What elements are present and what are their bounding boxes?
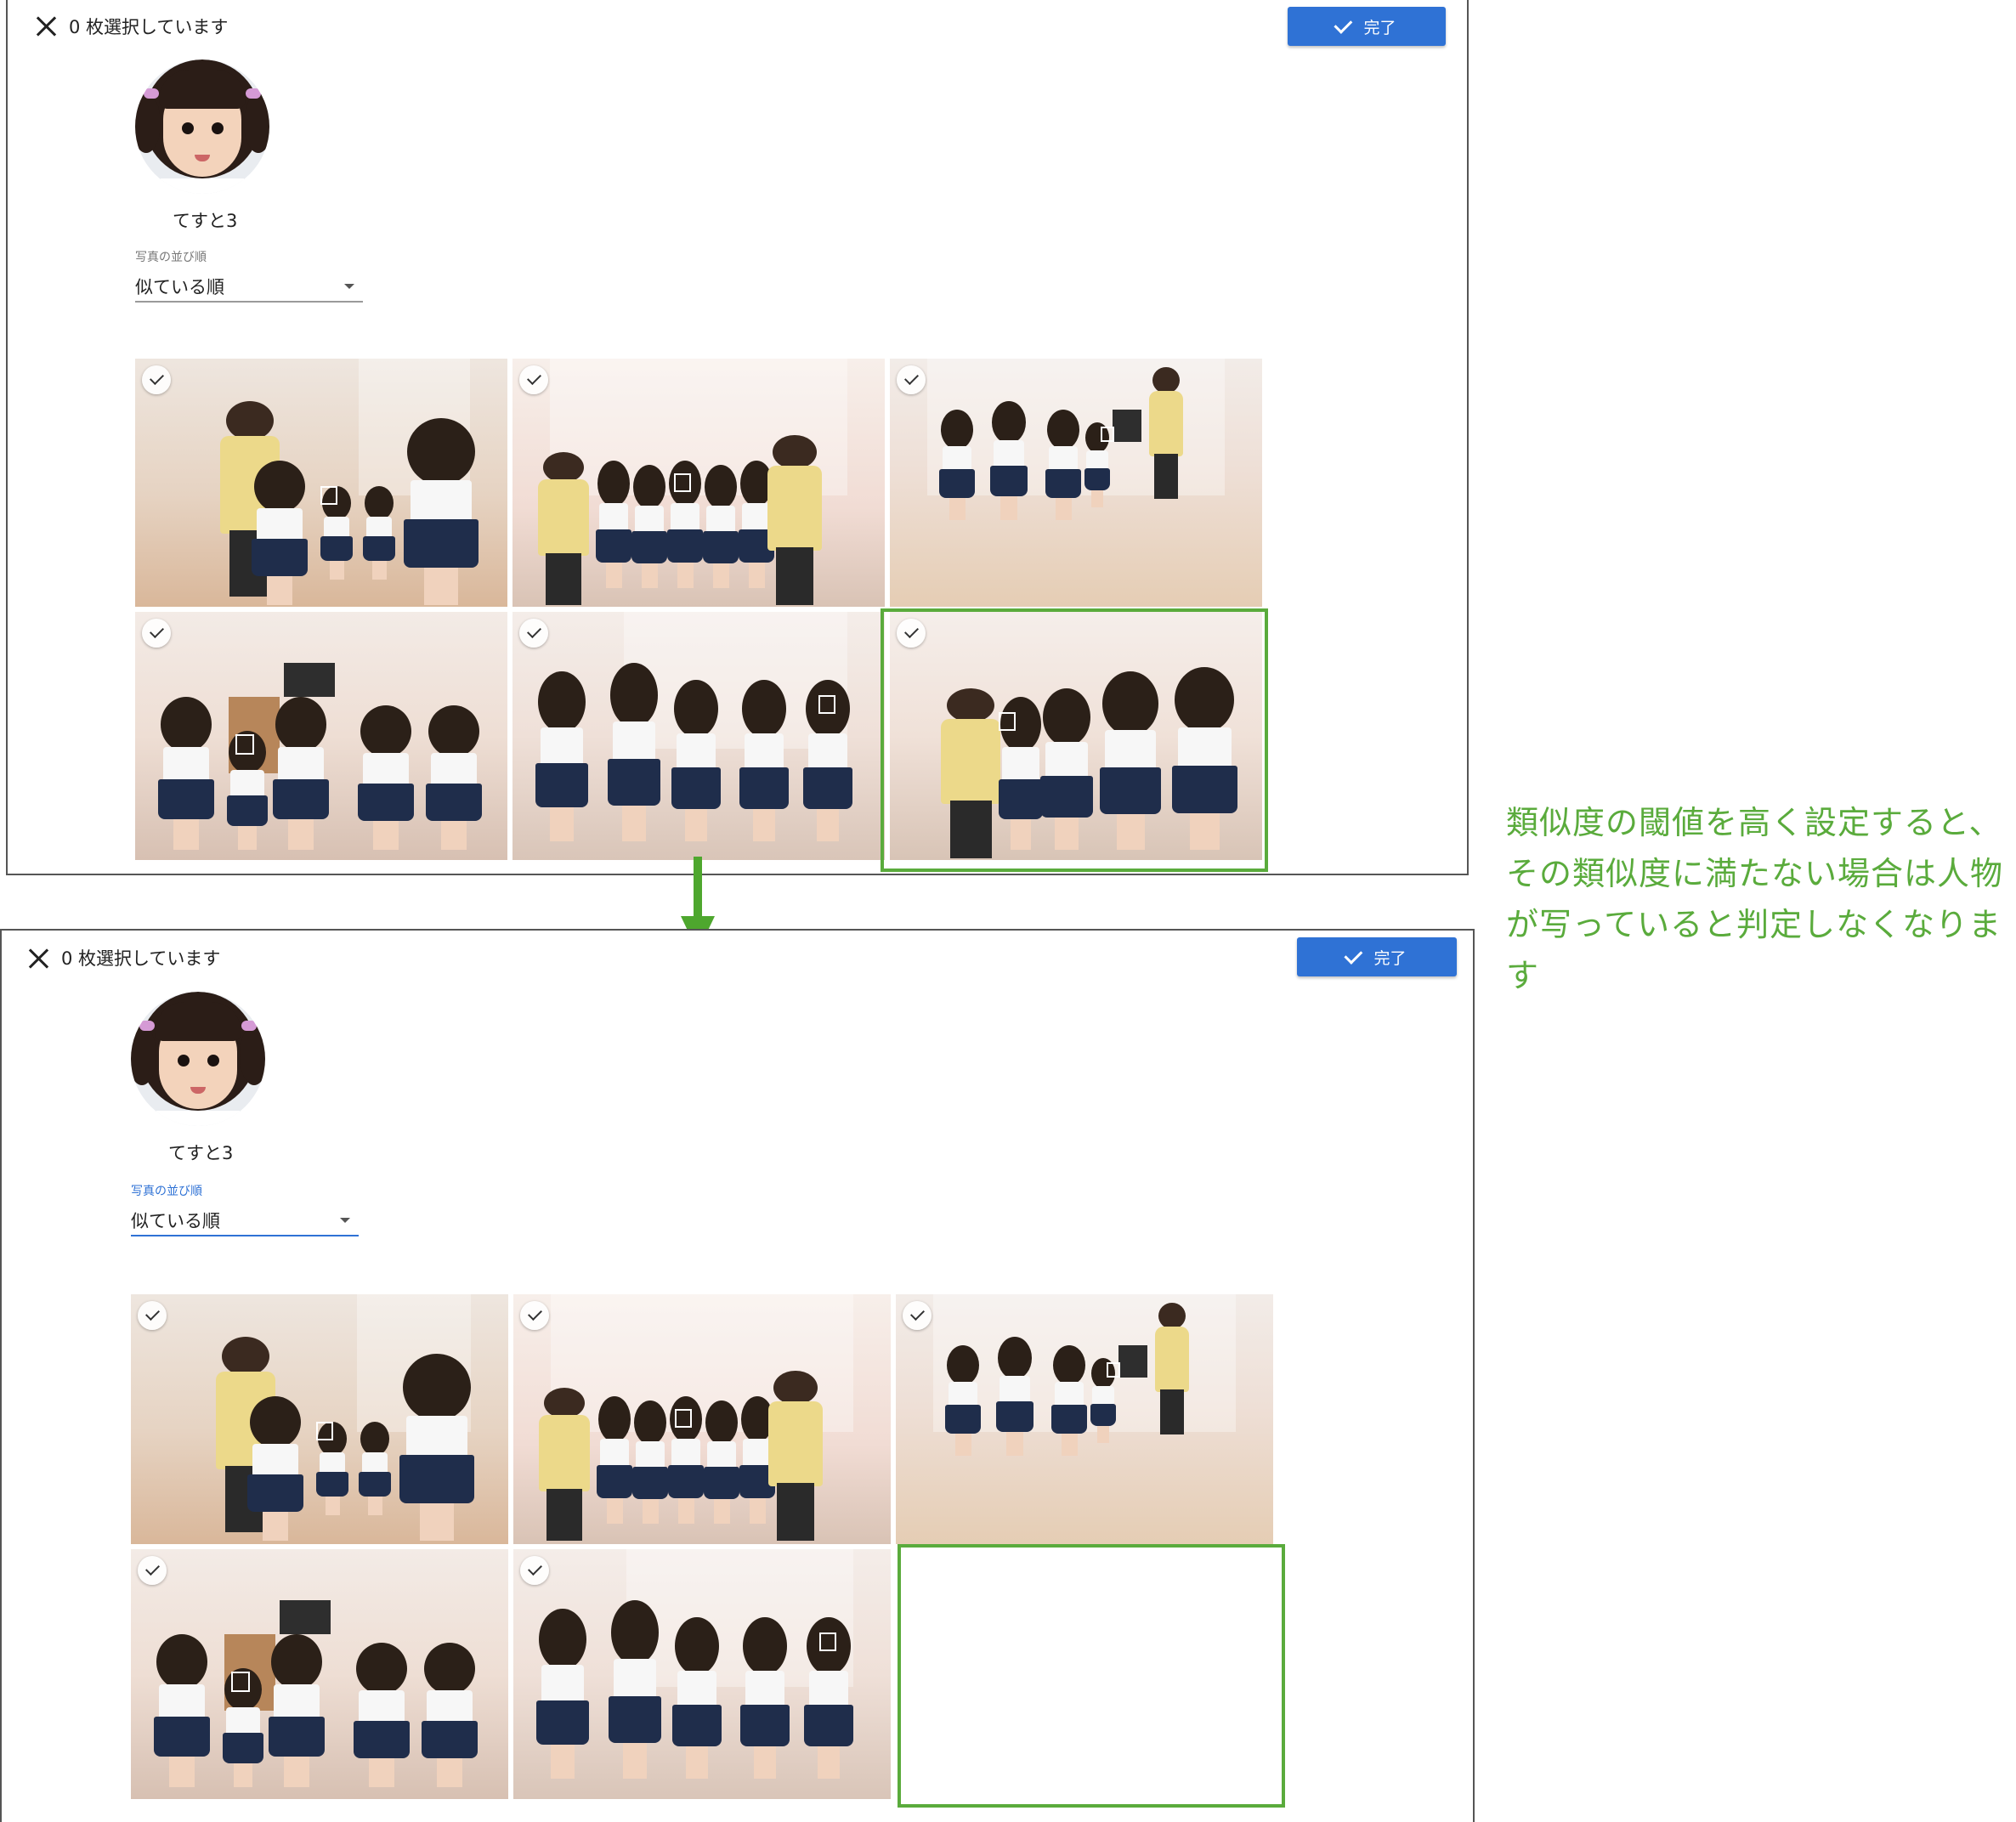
photo-thumbnail[interactable] [890, 359, 1262, 607]
photo-thumbnail[interactable] [131, 1549, 508, 1799]
person-name: てすと3 [173, 211, 238, 231]
check-icon[interactable] [138, 1301, 167, 1330]
arrow-down-icon [694, 857, 702, 918]
dropdown-arrow-icon [344, 284, 354, 289]
check-icon[interactable] [519, 619, 548, 648]
check-icon [1344, 945, 1363, 965]
photo-thumbnail[interactable] [896, 1294, 1273, 1544]
photo-thumbnail[interactable] [512, 612, 885, 860]
check-icon[interactable] [520, 1556, 549, 1585]
sort-select-value: 似ている順 [135, 277, 224, 297]
photo-thumbnail[interactable] [135, 359, 507, 607]
after-screen: 0 枚選択しています 完了 てすと3 写真の並び順 似ている順 [0, 929, 1475, 1822]
check-icon[interactable] [903, 1301, 932, 1330]
photo-thumbnail[interactable] [513, 1549, 891, 1799]
done-button[interactable]: 完了 [1297, 937, 1457, 976]
done-button-label: 完了 [1373, 948, 1407, 968]
selected-count: 0 枚選択しています [69, 17, 229, 37]
check-icon[interactable] [138, 1556, 167, 1585]
avatar [135, 59, 269, 194]
done-button[interactable]: 完了 [1288, 7, 1446, 46]
photo-thumbnail[interactable] [131, 1294, 508, 1544]
sort-label: 写真の並び順 [131, 1185, 202, 1198]
sort-label: 写真の並び順 [135, 251, 207, 264]
check-icon[interactable] [897, 365, 926, 394]
sort-select[interactable]: 似ている順 [135, 274, 363, 303]
annotation-text: 類似度の閾値を高く設定すると、その類似度に満たない場合は人物が写っていると判定し… [1506, 804, 2004, 994]
check-icon[interactable] [142, 365, 171, 394]
sort-select-value: 似ている順 [131, 1211, 220, 1231]
photo-thumbnail[interactable] [135, 612, 507, 860]
highlight-box [881, 608, 1268, 872]
close-icon[interactable] [25, 946, 51, 971]
done-button-label: 完了 [1363, 18, 1396, 37]
sort-select[interactable]: 似ている順 [131, 1208, 359, 1236]
selected-count: 0 枚選択しています [61, 948, 221, 969]
dropdown-arrow-icon [340, 1218, 350, 1223]
check-icon[interactable] [520, 1301, 549, 1330]
close-icon[interactable] [33, 14, 59, 39]
photo-thumbnail[interactable] [513, 1294, 891, 1544]
check-icon[interactable] [519, 365, 548, 394]
empty-slot-highlight [898, 1544, 1285, 1808]
check-icon[interactable] [142, 619, 171, 648]
avatar [131, 992, 265, 1126]
check-icon [1334, 14, 1353, 34]
photo-thumbnail[interactable] [512, 359, 885, 607]
person-name: てすと3 [168, 1143, 234, 1163]
